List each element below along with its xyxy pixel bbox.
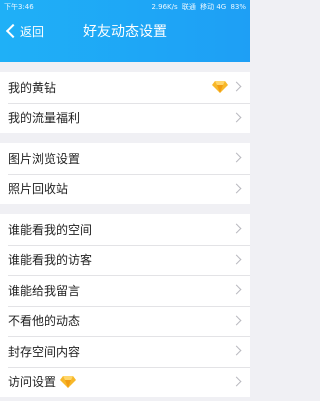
settings-group-privacy: 谁能看我的空间 谁能看我的访客 谁能给我留言 不看他的动态 封存空间内容 访问设… [0, 214, 250, 397]
settings-item-label: 图片浏览设置 [8, 151, 81, 166]
settings-item-label: 谁能看我的访客 [8, 253, 93, 268]
yellow-diamond-icon [212, 81, 228, 93]
chevron-right-icon [231, 81, 242, 92]
settings-group-photos: 图片浏览设置 照片回收站 [0, 143, 250, 204]
settings-item-archive-space-content[interactable]: 封存空间内容 [0, 336, 250, 367]
settings-item-who-can-leave-message[interactable]: 谁能给我留言 [0, 275, 250, 306]
chevron-right-icon [231, 345, 242, 356]
settings-item-label: 封存空间内容 [8, 344, 81, 359]
settings-item-who-can-view-space[interactable]: 谁能看我的空间 [0, 214, 250, 245]
chevron-right-icon [231, 183, 242, 193]
status-bar: 下午3:46 2.96K/s 联通 移动 4G 83% [0, 0, 250, 14]
settings-item-label: 不看他的动态 [8, 314, 81, 329]
chevron-right-icon [231, 223, 242, 234]
settings-item-image-browsing[interactable]: 图片浏览设置 [0, 143, 250, 174]
carrier-1: 联通 [181, 3, 196, 11]
settings-item-who-can-view-visitors[interactable]: 谁能看我的访客 [0, 244, 250, 276]
section-gap [0, 133, 250, 143]
settings-item-label: 照片回收站 [8, 182, 69, 197]
yellow-diamond-icon [60, 375, 77, 388]
settings-item-label: 我的黄钻 [8, 80, 57, 95]
chevron-right-icon [231, 376, 242, 386]
header-bar: 下午3:46 2.96K/s 联通 移动 4G 83% 返回 好友动态设置 [0, 0, 250, 62]
settings-item-label: 谁能看我的空间 [8, 222, 93, 237]
chevron-right-icon [231, 254, 242, 264]
nav-bar: 返回 好友动态设置 [0, 14, 250, 48]
settings-item-traffic-benefits[interactable]: 我的流量福利 [0, 102, 250, 134]
settings-group-vip: 我的黄钻 我的流量福利 [0, 72, 250, 133]
settings-item-photo-recycle-bin[interactable]: 照片回收站 [0, 173, 250, 205]
battery-level: 83% [230, 3, 246, 11]
chevron-right-icon [231, 152, 242, 163]
settings-list: 我的黄钻 我的流量福利 图片浏览设置 照片回收站 谁能看我的空间 谁能看我的访客 [0, 62, 250, 397]
chevron-right-icon [231, 315, 242, 325]
settings-item-my-yellow-diamond[interactable]: 我的黄钻 [0, 72, 250, 103]
chevron-right-icon [231, 112, 242, 122]
network-speed: 2.96K/s [151, 3, 178, 11]
settings-item-hide-their-updates[interactable]: 不看他的动态 [0, 305, 250, 337]
settings-item-label: 我的流量福利 [8, 111, 81, 126]
chevron-right-icon [231, 284, 242, 295]
section-gap [0, 204, 250, 214]
page-title: 好友动态设置 [83, 24, 167, 40]
status-indicators: 2.96K/s 联通 移动 4G 83% [149, 0, 246, 14]
settings-item-label: 谁能给我留言 [8, 283, 81, 298]
settings-item-access-settings[interactable]: 访问设置 [0, 366, 250, 398]
section-gap [0, 62, 250, 72]
carrier-2: 移动 4G [200, 3, 227, 11]
settings-item-label: 访问设置 [8, 375, 57, 390]
status-time: 下午3:46 [4, 3, 34, 11]
